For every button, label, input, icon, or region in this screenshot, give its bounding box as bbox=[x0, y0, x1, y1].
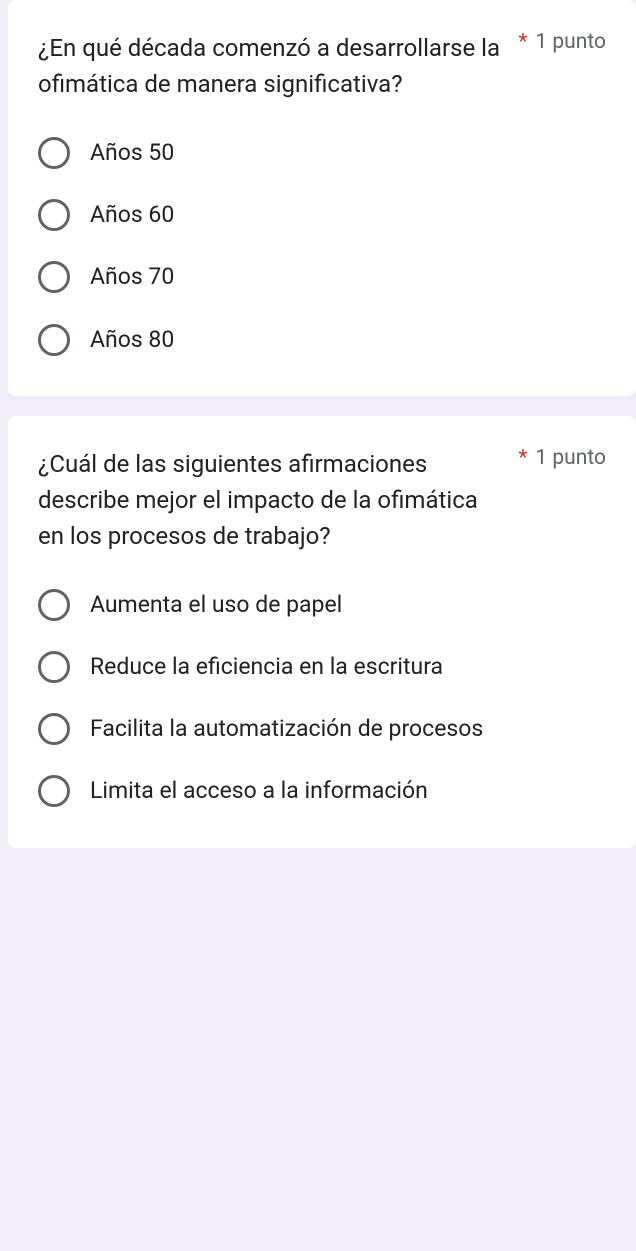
radio-button-icon[interactable] bbox=[38, 589, 70, 621]
radio-button-icon[interactable] bbox=[38, 199, 70, 231]
radio-button-icon[interactable] bbox=[38, 324, 70, 356]
option-label: Reduce la eficiencia en la escritura bbox=[90, 651, 443, 683]
points-label: 1 punto bbox=[535, 30, 606, 54]
option-row[interactable]: Años 60 bbox=[38, 199, 606, 231]
radio-button-icon[interactable] bbox=[38, 137, 70, 169]
option-row[interactable]: Limita el acceso a la información bbox=[38, 775, 606, 807]
question-text: ¿En qué década comenzó a desarrollarse l… bbox=[38, 30, 518, 102]
option-row[interactable]: Años 50 bbox=[38, 137, 606, 169]
points-wrapper: * 1 punto bbox=[518, 446, 606, 470]
question-header: ¿En qué década comenzó a desarrollarse l… bbox=[38, 30, 606, 102]
question-header: ¿Cuál de las siguientes afirmaciones des… bbox=[38, 446, 606, 554]
option-row[interactable]: Aumenta el uso de papel bbox=[38, 589, 606, 621]
option-row[interactable]: Reduce la eficiencia en la escritura bbox=[38, 651, 606, 683]
required-asterisk: * bbox=[518, 446, 527, 470]
option-label: Años 60 bbox=[90, 199, 174, 231]
points-wrapper: * 1 punto bbox=[518, 30, 606, 54]
option-label: Facilita la automatización de procesos bbox=[90, 713, 483, 745]
option-label: Años 70 bbox=[90, 261, 174, 293]
question-text: ¿Cuál de las siguientes afirmaciones des… bbox=[38, 446, 518, 554]
question-card-1: ¿En qué década comenzó a desarrollarse l… bbox=[8, 0, 636, 396]
options-container: Aumenta el uso de papel Reduce la eficie… bbox=[38, 589, 606, 808]
option-row[interactable]: Facilita la automatización de procesos bbox=[38, 713, 606, 745]
radio-button-icon[interactable] bbox=[38, 713, 70, 745]
option-label: Años 50 bbox=[90, 137, 174, 169]
radio-button-icon[interactable] bbox=[38, 651, 70, 683]
option-row[interactable]: Años 80 bbox=[38, 324, 606, 356]
points-label: 1 punto bbox=[535, 446, 606, 470]
option-label: Aumenta el uso de papel bbox=[90, 589, 342, 621]
required-asterisk: * bbox=[518, 30, 527, 54]
options-container: Años 50 Años 60 Años 70 Años 80 bbox=[38, 137, 606, 356]
question-card-2: ¿Cuál de las siguientes afirmaciones des… bbox=[8, 416, 636, 848]
radio-button-icon[interactable] bbox=[38, 261, 70, 293]
option-row[interactable]: Años 70 bbox=[38, 261, 606, 293]
option-label: Años 80 bbox=[90, 324, 174, 356]
radio-button-icon[interactable] bbox=[38, 775, 70, 807]
option-label: Limita el acceso a la información bbox=[90, 775, 428, 807]
